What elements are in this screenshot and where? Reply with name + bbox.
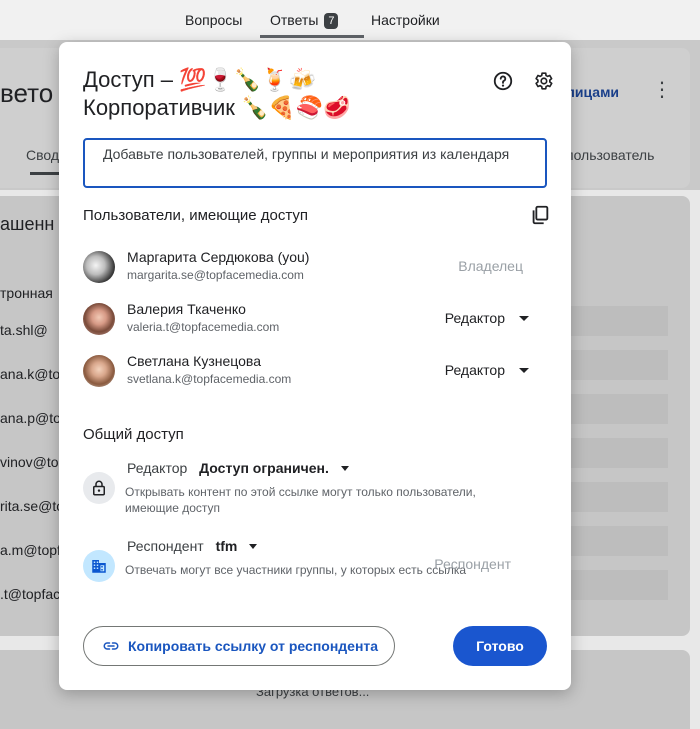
user-role: Владелец xyxy=(458,258,523,274)
responses-count-badge: 7 xyxy=(324,13,339,29)
respondent-access-label-group: Респондент tfm xyxy=(127,538,258,554)
chevron-down-icon xyxy=(519,316,529,321)
respondent-access-dropdown[interactable]: tfm xyxy=(216,538,258,554)
editor-access-label-group: Редактор Доступ ограничен. xyxy=(127,460,349,476)
help-circle-icon[interactable] xyxy=(492,70,514,92)
chevron-down-icon xyxy=(249,544,258,549)
add-people-input[interactable]: Добавьте пользователей, группы и меропри… xyxy=(83,138,547,188)
link-to-sheets[interactable]: лицами xyxy=(566,84,619,100)
more-options-icon[interactable]: ⋮ xyxy=(652,80,672,100)
user-row-owner: Маргарита Сердюкова (you) margarita.se@t… xyxy=(83,247,547,287)
role-dropdown-label: Редактор xyxy=(444,362,505,378)
avatar xyxy=(83,303,115,335)
user-row-editor: Валерия Ткаченко valeria.t@topfacemedia.… xyxy=(83,299,547,339)
list-item: vinov@top xyxy=(0,454,67,470)
role-dropdown-label: Редактор xyxy=(444,310,505,326)
user-name: Светлана Кузнецова xyxy=(127,353,261,369)
list-item: ta.shl@ xyxy=(0,322,48,338)
editor-access-value: Доступ ограничен. xyxy=(199,460,329,476)
form-tabs-bar: Вопросы Ответы 7 Настройки xyxy=(0,0,700,40)
editor-access-description: Открывать контент по этой ссылке могут т… xyxy=(125,485,476,515)
table-cell xyxy=(560,570,668,600)
user-email: valeria.t@topfacemedia.com xyxy=(127,320,280,334)
avatar xyxy=(83,355,115,387)
gear-icon[interactable] xyxy=(532,70,554,92)
respondent-access-label: Респондент xyxy=(127,538,204,554)
user-row-editor: Светлана Кузнецова svetlana.k@topfacemed… xyxy=(83,351,547,391)
list-item: тронная xyxy=(0,285,53,301)
respondent-access-value: tfm xyxy=(215,538,238,554)
editor-access-dropdown[interactable]: Доступ ограничен. xyxy=(199,460,349,476)
tab-responses[interactable]: Ответы 7 xyxy=(270,12,339,29)
general-access-title: Общий доступ xyxy=(83,426,184,443)
editor-access-row: Редактор Доступ ограничен. Открывать кон… xyxy=(83,460,547,520)
user-email: margarita.se@topfacemedia.com xyxy=(127,268,304,282)
link-icon xyxy=(103,642,119,650)
list-item: ana.p@to xyxy=(0,410,61,426)
active-tab-indicator xyxy=(260,35,364,38)
tab-responses-label: Ответы xyxy=(270,12,319,28)
table-cell xyxy=(560,350,668,380)
table-cell xyxy=(560,482,668,512)
list-item: rita.se@to xyxy=(0,498,65,514)
lock-icon xyxy=(83,472,115,504)
done-button[interactable]: Готово xyxy=(453,626,547,666)
list-item: a.m@topf xyxy=(0,542,61,558)
responses-title: вето xyxy=(0,78,54,108)
share-dialog: Доступ – 💯🍷🍾🍹🍻 Корпоративчик 🍾🍕🍣🥩 Добавь… xyxy=(59,42,571,690)
table-cell xyxy=(560,438,668,468)
copy-respondent-link-button[interactable]: Копировать ссылку от респондента xyxy=(83,626,395,666)
tab-settings[interactable]: Настройки xyxy=(371,12,440,28)
users-section-title: Пользователи, имеющие доступ xyxy=(83,207,309,224)
role-dropdown[interactable]: Редактор xyxy=(445,310,529,326)
user-name: Маргарита Сердюкова (you) xyxy=(127,249,310,265)
dialog-title-line2: Корпоративчик 🍾🍕🍣🥩 xyxy=(83,95,351,120)
role-dropdown[interactable]: Редактор xyxy=(445,362,529,378)
dialog-title-line1: Доступ – 💯🍷🍾🍹🍻 xyxy=(83,67,317,92)
respondent-access-row: Респондент tfm Отвечать могут все участн… xyxy=(83,538,547,598)
tab-summary[interactable]: Свод xyxy=(26,147,59,163)
list-title: ашенн xyxy=(0,214,55,234)
list-item: .t@topfac xyxy=(0,586,61,602)
list-item: ana.k@top xyxy=(0,366,68,382)
chevron-down-icon xyxy=(340,466,349,471)
table-cell xyxy=(560,306,668,336)
copy-link-label: Копировать ссылку от респондента xyxy=(128,638,379,654)
table-cell xyxy=(560,394,668,424)
tab-questions[interactable]: Вопросы xyxy=(185,12,242,28)
tab-individual[interactable]: пользователь xyxy=(566,147,654,163)
dialog-title: Доступ – 💯🍷🍾🍹🍻 Корпоративчик 🍾🍕🍣🥩 xyxy=(83,66,473,122)
chevron-down-icon xyxy=(519,368,529,373)
user-name: Валерия Ткаченко xyxy=(127,301,246,317)
editor-access-label: Редактор xyxy=(127,460,188,476)
user-email: svetlana.k@topfacemedia.com xyxy=(127,372,292,386)
avatar xyxy=(83,251,115,283)
respondent-role-label: Респондент xyxy=(434,556,511,572)
domain-building-icon xyxy=(83,550,115,582)
table-cell xyxy=(560,526,668,556)
copy-emails-icon[interactable] xyxy=(529,204,551,226)
